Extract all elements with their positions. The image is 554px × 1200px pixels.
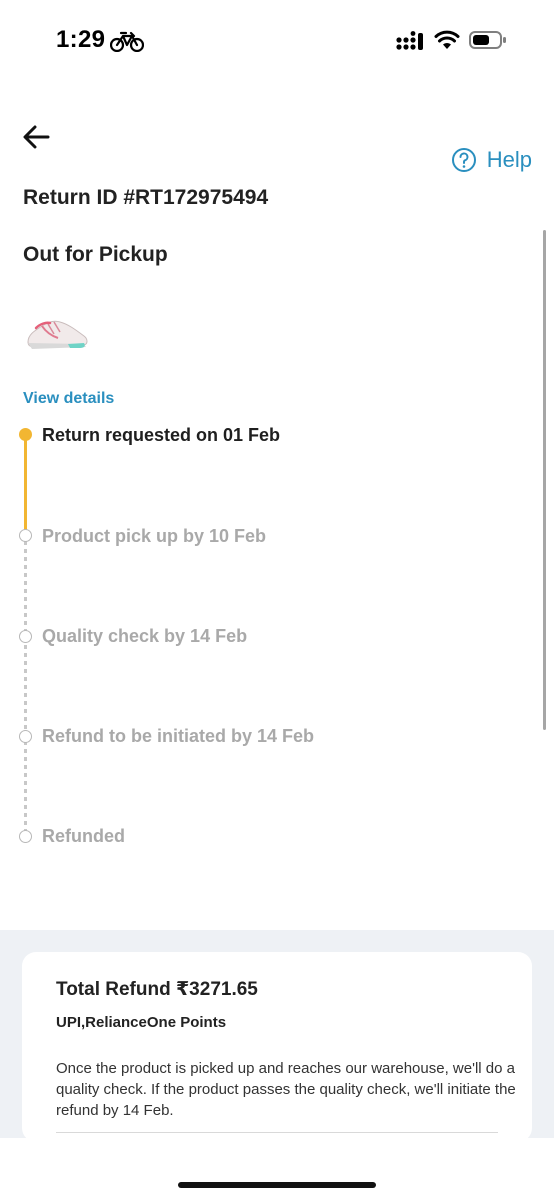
timeline-pending-line: [24, 541, 27, 831]
home-indicator-area: [0, 1138, 554, 1200]
product-thumbnail[interactable]: [22, 308, 92, 358]
timeline-step-pickup: Product pick up by 10 Feb: [42, 526, 267, 546]
timeline-dot-pending: [19, 529, 32, 542]
bicycle-icon: [110, 31, 144, 52]
timeline-step-refunded: Refunded: [42, 826, 125, 846]
timeline-progress-line: [24, 436, 27, 530]
help-label: Help: [486, 147, 532, 172]
view-details-link[interactable]: View details: [23, 390, 114, 408]
scrollbar[interactable]: [543, 230, 546, 730]
status-time: 1:29: [56, 26, 106, 53]
timeline-dot-pending: [19, 730, 32, 743]
back-arrow-icon[interactable]: [20, 120, 54, 154]
timeline-dot-pending: [19, 630, 32, 643]
return-status-title: Out for Pickup: [23, 243, 168, 266]
help-button[interactable]: Help: [451, 144, 532, 176]
refund-note: Once the product is picked up and reache…: [56, 1060, 516, 1119]
timeline-step-quality-check: Quality check by 14 Feb: [42, 626, 248, 646]
signal-icon: [396, 31, 423, 50]
battery-icon: [469, 31, 506, 49]
return-tracking-screen: 1:29 Help Return ID #RT172975494 Out for…: [0, 0, 554, 1200]
timeline-dot-pending: [19, 830, 32, 843]
return-id: Return ID #RT172975494: [23, 186, 269, 209]
refund-summary-card: Total Refund ₹3271.65 UPI,RelianceOne Po…: [22, 952, 532, 1142]
home-indicator[interactable]: [178, 1182, 376, 1188]
card-divider: [56, 1132, 498, 1133]
timeline-dot-completed: [19, 428, 32, 441]
refund-method: UPI,RelianceOne Points: [56, 1014, 227, 1031]
refund-total: Total Refund ₹3271.65: [56, 979, 258, 1000]
timeline-step-refund-initiated: Refund to be initiated by 14 Feb: [42, 726, 315, 746]
wifi-icon: [434, 30, 460, 49]
timeline-step-return-requested: Return requested on 01 Feb: [42, 425, 281, 445]
question-circle-icon: [451, 148, 476, 172]
